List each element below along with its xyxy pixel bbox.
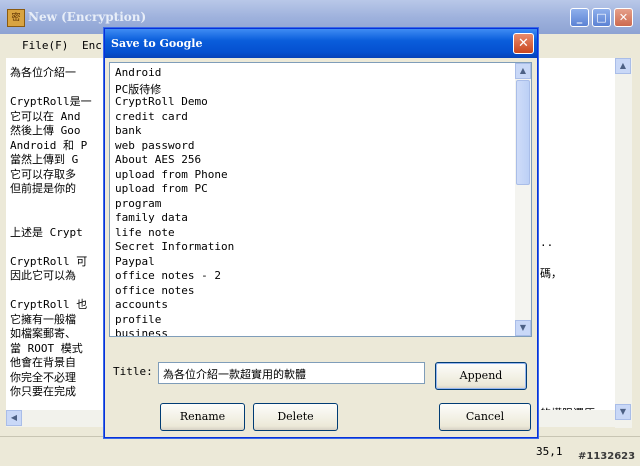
save-to-google-dialog: Save to Google ✕ business profile accounts… bbox=[104, 28, 538, 438]
list-item[interactable]: office notes bbox=[115, 284, 194, 297]
editor-fragment: 碼， bbox=[540, 267, 562, 280]
editor-line: 上述是 Crypt bbox=[10, 225, 83, 239]
list-item[interactable]: About AES 256 bbox=[115, 153, 201, 166]
window-title: New (Encryption) bbox=[28, 10, 147, 24]
list-item[interactable]: bank bbox=[115, 124, 142, 137]
scroll-down-icon[interactable]: ▼ bbox=[515, 320, 531, 336]
title-input[interactable]: 為各位介紹一款超實用的軟體 bbox=[158, 362, 425, 384]
list-item[interactable]: web password bbox=[115, 139, 194, 152]
append-button[interactable]: Append bbox=[435, 362, 527, 390]
maximize-button[interactable]: □ bbox=[592, 8, 611, 27]
editor-fragment: .. bbox=[540, 236, 554, 249]
menu-file[interactable]: File(F) bbox=[22, 39, 68, 52]
list-item[interactable]: credit card bbox=[115, 110, 188, 123]
dialog-titlebar: Save to Google ✕ bbox=[105, 29, 537, 58]
dialog-close-icon[interactable]: ✕ bbox=[513, 33, 534, 54]
dialog-title: Save to Google bbox=[111, 37, 203, 50]
cursor-position: 35,1 bbox=[536, 445, 563, 458]
list-item[interactable]: family data bbox=[115, 211, 188, 224]
editor-line: 為各位介紹一 bbox=[10, 66, 76, 79]
scroll-up-icon[interactable]: ▲ bbox=[615, 58, 631, 74]
list-item[interactable]: upload from Phone bbox=[115, 168, 228, 181]
document-listbox[interactable]: business profile accounts office notes offic… bbox=[109, 62, 532, 337]
list-item[interactable]: CryptRoll Demo bbox=[115, 95, 208, 108]
title-label: Title: bbox=[113, 365, 153, 378]
scroll-down-icon[interactable]: ▼ bbox=[615, 404, 631, 420]
list-item[interactable]: Secret Information bbox=[115, 240, 234, 253]
editor-line: 但前提是你的 bbox=[10, 182, 76, 195]
list-item[interactable]: PC版待修 bbox=[115, 81, 161, 97]
editor-vertical-scrollbar[interactable]: ▲ ▼ bbox=[615, 58, 632, 428]
scroll-thumb[interactable] bbox=[516, 80, 530, 185]
close-button[interactable]: ✕ bbox=[614, 8, 633, 27]
listbox-scrollbar[interactable]: ▲ ▼ bbox=[515, 63, 531, 336]
list-item[interactable]: program bbox=[115, 197, 161, 210]
watermark: #1132623 bbox=[578, 451, 636, 462]
editor-line: 因此它可以為 bbox=[10, 269, 76, 282]
editor-line: 你只要在完成 bbox=[10, 385, 76, 398]
list-item[interactable]: office notes - 2 bbox=[115, 269, 221, 282]
cancel-button[interactable]: Cancel bbox=[439, 403, 531, 431]
list-item[interactable]: Paypal bbox=[115, 255, 155, 268]
list-item[interactable]: upload from PC bbox=[115, 182, 208, 195]
app-icon: 密 bbox=[7, 9, 25, 27]
delete-button[interactable]: Delete bbox=[253, 403, 338, 431]
scroll-up-icon[interactable]: ▲ bbox=[515, 63, 531, 79]
minimize-button[interactable]: _ bbox=[570, 8, 589, 27]
rename-button[interactable]: Rename bbox=[160, 403, 245, 431]
list-item[interactable]: life note bbox=[115, 226, 175, 239]
menu-enc[interactable]: Enc bbox=[82, 39, 102, 52]
list-item[interactable]: business bbox=[115, 327, 168, 336]
list-item[interactable]: accounts bbox=[115, 298, 168, 311]
list-item[interactable]: Android bbox=[115, 66, 161, 79]
scroll-left-icon[interactable]: ◀ bbox=[6, 410, 22, 426]
list-item[interactable]: profile bbox=[115, 313, 161, 326]
